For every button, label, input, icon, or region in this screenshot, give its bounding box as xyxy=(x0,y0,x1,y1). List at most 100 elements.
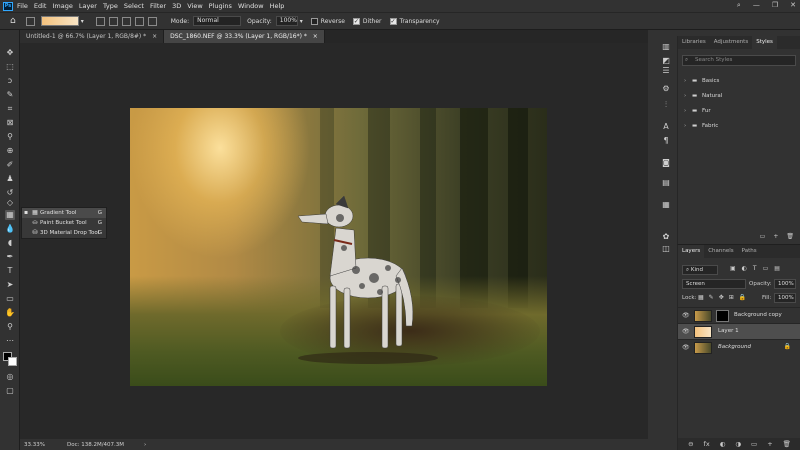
eyedropper-tool-icon[interactable]: ⚲ xyxy=(5,132,15,142)
chevron-right-icon[interactable]: › xyxy=(684,89,692,104)
add-mask-icon[interactable]: ◐ xyxy=(720,438,726,450)
flyout-gradient-tool[interactable]: ▪ ▦ Gradient Tool G xyxy=(22,208,106,218)
layer-row-layer-1[interactable]: 👁 Layer 1 xyxy=(678,323,800,339)
tab-untitled-1[interactable]: Untitled-1 @ 66.7% (Layer 1, RGB/8#) * × xyxy=(20,30,165,43)
dodge-tool-icon[interactable]: ◖ xyxy=(5,238,15,248)
character-icon[interactable]: A xyxy=(661,122,671,132)
adjust-icon[interactable]: ⚙ xyxy=(661,84,671,94)
layer-name[interactable]: Layer 1 xyxy=(718,328,739,334)
layer-opacity-field[interactable]: 100% xyxy=(774,279,796,289)
lock-position-icon[interactable]: ✥ xyxy=(719,294,724,301)
chevron-down-icon[interactable]: ▾ xyxy=(81,18,84,25)
chevron-right-icon[interactable]: › xyxy=(684,119,692,134)
paragraph-icon[interactable]: ¶ xyxy=(661,136,671,146)
brushes-icon[interactable]: ✿ xyxy=(661,232,671,242)
reflected-gradient-icon[interactable] xyxy=(134,16,144,26)
menu-help[interactable]: Help xyxy=(270,2,285,10)
lasso-tool-icon[interactable]: ↄ xyxy=(5,76,15,86)
frame-tool-icon[interactable]: ⊠ xyxy=(5,118,15,128)
menu-select[interactable]: Select xyxy=(124,2,144,10)
history-brush-tool-icon[interactable]: ↺ xyxy=(5,188,15,198)
search-styles-input[interactable]: ⌕ Search Styles xyxy=(682,55,796,66)
menu-3d[interactable]: 3D xyxy=(172,2,181,10)
new-group-icon[interactable]: ▭ xyxy=(760,233,766,240)
gradient-swatch[interactable] xyxy=(40,16,79,26)
hand-tool-icon[interactable]: ✋ xyxy=(5,308,15,318)
home-icon[interactable]: ⌂ xyxy=(10,16,16,26)
tab-layers[interactable]: Layers xyxy=(678,245,705,258)
tab-libraries[interactable]: Libraries xyxy=(678,36,710,49)
maximize-icon[interactable]: ❐ xyxy=(772,1,778,10)
chevron-right-icon[interactable]: › xyxy=(684,104,692,119)
layer-filter-kind[interactable]: ⌕ Kind xyxy=(682,265,718,275)
trash-icon[interactable]: 🗑 xyxy=(786,233,794,240)
link-layers-icon[interactable]: ⊖ xyxy=(688,438,693,450)
flyout-paint-bucket-tool[interactable]: ⛀ Paint Bucket Tool G xyxy=(22,218,106,228)
menu-window[interactable]: Window xyxy=(238,2,264,10)
shapes-icon[interactable]: ◫ xyxy=(661,244,671,254)
gradient-tool-icon[interactable]: ▦ xyxy=(5,210,15,220)
trash-icon[interactable]: 🗑 xyxy=(783,438,791,450)
blend-mode-select[interactable]: Screen xyxy=(682,279,746,289)
layer-fill-field[interactable]: 100% xyxy=(774,293,796,303)
path-select-tool-icon[interactable]: ➤ xyxy=(5,280,15,290)
zoom-level[interactable]: 33.33% xyxy=(24,442,45,448)
layer-name[interactable]: Background xyxy=(718,344,751,350)
transparency-checkbox[interactable]: ✓ xyxy=(389,17,397,25)
shape-tool-icon[interactable]: ▭ xyxy=(5,294,15,304)
style-folder-natural[interactable]: › ▬ Natural xyxy=(678,89,800,104)
eye-icon[interactable]: 👁 xyxy=(682,312,690,319)
lock-pixels-icon[interactable]: ✎ xyxy=(709,294,714,301)
opacity-field[interactable]: 100% xyxy=(275,16,298,26)
layer-name[interactable]: Background copy xyxy=(734,312,782,318)
tab-channels[interactable]: Channels xyxy=(704,245,737,258)
close-icon[interactable]: × xyxy=(313,33,318,40)
pen-tool-icon[interactable]: ✒ xyxy=(5,252,15,262)
new-style-icon[interactable]: + xyxy=(773,233,778,240)
filter-smart-icon[interactable]: ▤ xyxy=(774,265,780,272)
clone-stamp-tool-icon[interactable]: ♟ xyxy=(5,174,15,184)
history-icon[interactable]: ▥ xyxy=(661,42,671,52)
angle-gradient-icon[interactable] xyxy=(121,16,131,26)
fx-icon[interactable]: fx xyxy=(704,438,710,450)
reverse-checkbox[interactable] xyxy=(310,17,318,25)
filter-shape-icon[interactable]: ▭ xyxy=(763,265,769,272)
quick-mask-icon[interactable]: ◎ xyxy=(5,372,15,382)
new-group-icon[interactable]: ▭ xyxy=(751,438,757,450)
filter-type-icon[interactable]: T xyxy=(753,265,757,272)
tab-dsc-1860[interactable]: DSC_1860.NEF @ 33.3% (Layer 1, RGB/16*) … xyxy=(164,30,325,43)
screen-mode-icon[interactable]: ▢ xyxy=(5,386,15,396)
lock-transparent-icon[interactable]: ▦ xyxy=(698,294,704,301)
layer-mask-thumbnail[interactable] xyxy=(716,310,729,322)
menu-image[interactable]: Image xyxy=(52,2,72,10)
menu-view[interactable]: View xyxy=(187,2,202,10)
chevron-right-icon[interactable]: › xyxy=(144,442,146,448)
tab-styles[interactable]: Styles xyxy=(752,36,777,49)
radial-gradient-icon[interactable] xyxy=(108,16,118,26)
brush-tool-icon[interactable]: ✐ xyxy=(5,160,15,170)
tab-adjustments[interactable]: Adjustments xyxy=(710,36,752,49)
layer-row-background-copy[interactable]: 👁 Background copy xyxy=(678,307,800,323)
minimize-icon[interactable]: — xyxy=(753,1,760,10)
camera-icon[interactable]: ◙ xyxy=(661,158,671,168)
move-tool-icon[interactable]: ✥ xyxy=(5,48,15,58)
diamond-gradient-icon[interactable] xyxy=(147,16,157,26)
eye-icon[interactable]: 👁 xyxy=(682,344,690,351)
lock-all-icon[interactable]: 🔒 xyxy=(739,294,746,301)
document-canvas[interactable] xyxy=(130,108,547,386)
new-layer-icon[interactable]: + xyxy=(767,438,772,450)
tool-preset-picker[interactable] xyxy=(25,16,35,26)
align-icon[interactable]: ⫶ xyxy=(661,100,671,110)
menu-plugins[interactable]: Plugins xyxy=(209,2,232,10)
swatches-icon[interactable]: ▤ xyxy=(661,178,671,188)
crop-tool-icon[interactable]: ⌗ xyxy=(5,104,15,114)
chevron-down-icon[interactable]: ▾ xyxy=(300,18,303,25)
blur-tool-icon[interactable]: 💧 xyxy=(5,224,15,234)
close-icon[interactable]: × xyxy=(152,33,157,40)
adjustment-layer-icon[interactable]: ◑ xyxy=(735,438,741,450)
menu-filter[interactable]: Filter xyxy=(150,2,166,10)
menu-layer[interactable]: Layer xyxy=(79,2,97,10)
style-folder-fabric[interactable]: › ▬ Fabric xyxy=(678,119,800,134)
patterns-icon[interactable]: ▦ xyxy=(661,200,671,210)
mode-select[interactable]: Normal xyxy=(193,16,242,26)
